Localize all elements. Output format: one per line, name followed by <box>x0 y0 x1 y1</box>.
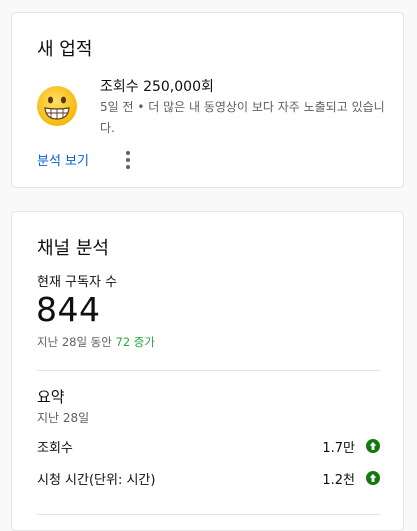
channel-analytics-card: 채널 분석 현재 구독자 수 844 지난 28일 동안 72 증가 요약 지난… <box>11 211 404 531</box>
view-analytics-link[interactable]: 분석 보기 <box>37 150 89 169</box>
achievement-headline: 조회수 250,000회 <box>100 79 214 95</box>
divider <box>37 514 380 515</box>
metric-value: 1.7만 <box>322 441 355 456</box>
trend-up-icon <box>366 439 380 453</box>
achievement-title: 새 업적 <box>37 39 93 60</box>
metric-row-views: 조회수 1.7만 <box>37 435 381 457</box>
analytics-title: 채널 분석 <box>37 238 109 259</box>
change-prefix: 지난 28일 동안 <box>37 335 112 349</box>
metric-label: 시청 시간(단위: 시간) <box>37 473 156 488</box>
subscriber-label: 현재 구독자 수 <box>37 275 118 290</box>
subscriber-change: 지난 28일 동안 72 증가 <box>37 334 155 350</box>
achievement-card: 새 업적 조회수 250,000회 5일 전 • 더 많은 내 동영상이 보다 … <box>11 12 404 188</box>
grinning-face-icon <box>37 86 77 126</box>
metric-row-watch-time: 시청 시간(단위: 시간) 1.2천 <box>37 467 381 489</box>
metric-value: 1.2천 <box>322 473 355 488</box>
divider <box>37 370 380 371</box>
summary-period: 지난 28일 <box>37 411 90 425</box>
trend-up-icon <box>366 471 380 485</box>
summary-title: 요약 <box>37 388 65 406</box>
achievement-description: 5일 전 • 더 많은 내 동영상이 보다 자주 노출되고 있습니다. <box>100 100 385 135</box>
subscriber-count: 844 <box>36 290 101 329</box>
metric-label: 조회수 <box>37 441 73 456</box>
more-vert-icon[interactable] <box>122 149 134 171</box>
change-value: 72 증가 <box>115 335 155 349</box>
